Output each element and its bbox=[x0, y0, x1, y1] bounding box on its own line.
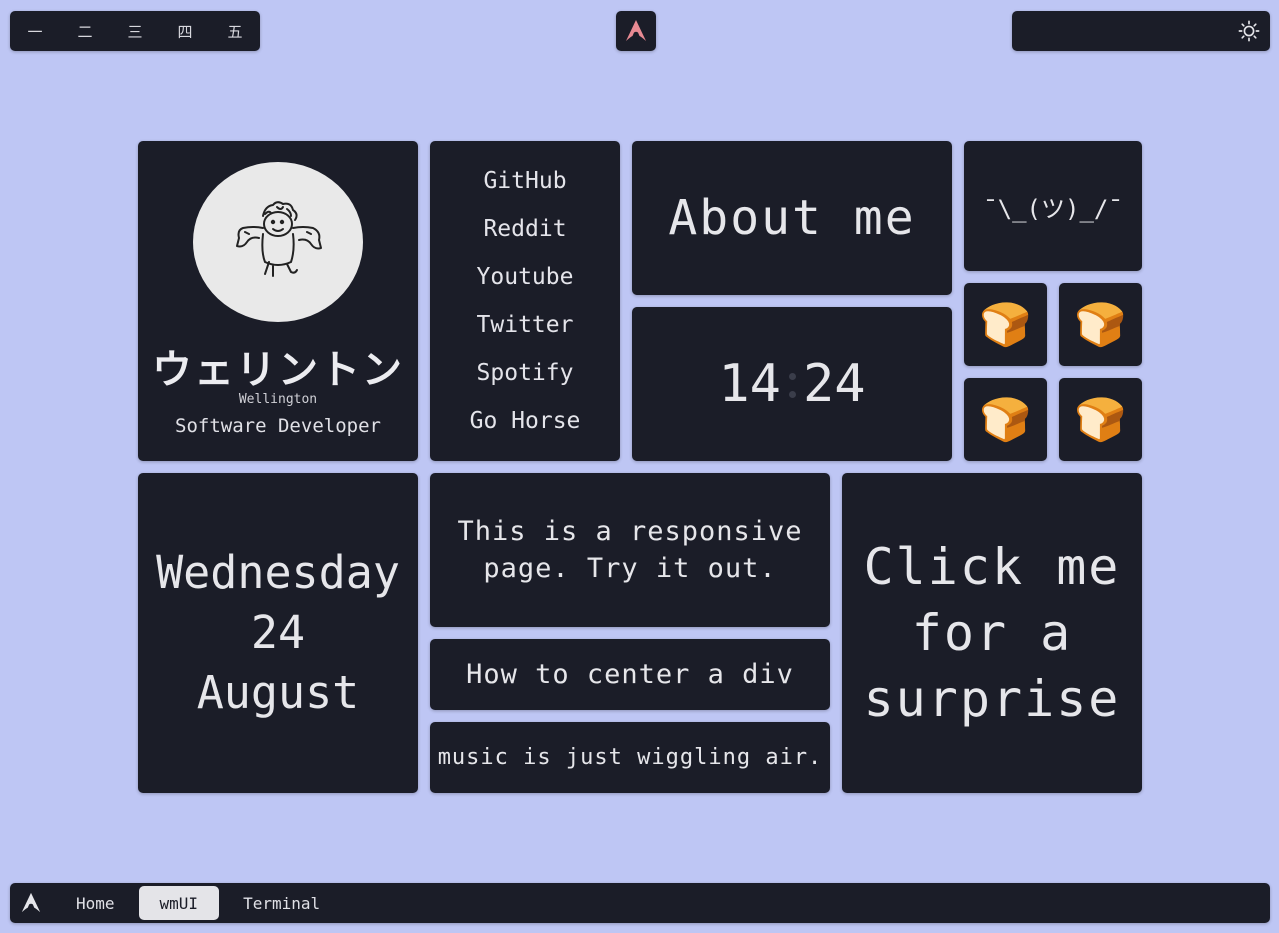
about-me-label: About me bbox=[668, 190, 916, 246]
profile-role: Software Developer bbox=[175, 415, 381, 437]
clock-card: 14 24 bbox=[632, 307, 952, 461]
music-quote-card: music is just wiggling air. bbox=[430, 722, 830, 793]
sun-icon[interactable] bbox=[1238, 20, 1260, 42]
workspace-2[interactable]: 二 bbox=[60, 21, 110, 42]
date-month: August bbox=[196, 666, 360, 719]
responsive-note-card: This is a responsive page. Try it out. bbox=[430, 473, 830, 627]
date-card: Wednesday 24 August bbox=[138, 473, 418, 793]
link-youtube[interactable]: Youtube bbox=[430, 261, 620, 309]
responsive-note-text: This is a responsive page. Try it out. bbox=[457, 516, 803, 584]
music-quote-text: music is just wiggling air. bbox=[437, 745, 823, 770]
about-me-card[interactable]: About me bbox=[632, 141, 952, 295]
bread-icon: 🍞 bbox=[979, 394, 1032, 444]
workspace-5[interactable]: 五 bbox=[210, 21, 260, 42]
surprise-text: Click me for a surprise bbox=[863, 538, 1121, 728]
center-div-text: How to center a div bbox=[466, 659, 794, 690]
bread-icon: 🍞 bbox=[979, 299, 1032, 349]
tab-home[interactable]: Home bbox=[55, 886, 136, 920]
link-github[interactable]: GitHub bbox=[430, 165, 620, 213]
workspace-1[interactable]: 一 bbox=[10, 21, 60, 42]
link-twitter[interactable]: Twitter bbox=[430, 309, 620, 357]
workspace-3[interactable]: 三 bbox=[110, 21, 160, 42]
tab-home-label: Home bbox=[76, 893, 115, 913]
links-list: GitHub Reddit Youtube Twitter Spotify Go… bbox=[430, 141, 620, 453]
avatar bbox=[193, 162, 363, 322]
link-reddit[interactable]: Reddit bbox=[430, 213, 620, 261]
taskbar: Home wmUI Terminal bbox=[10, 883, 1270, 923]
shrug-text: ¯\_(ツ)_/¯ bbox=[983, 194, 1123, 223]
tab-terminal-label: Terminal bbox=[243, 893, 321, 913]
avatar-drawing bbox=[236, 201, 322, 277]
link-go-horse[interactable]: Go Horse bbox=[430, 405, 620, 453]
profile-name-english: Wellington bbox=[238, 392, 318, 407]
workspace-switcher: 一 二 三 四 五 bbox=[10, 11, 260, 51]
profile-card: ウェリントン Wellington Software Developer bbox=[138, 141, 418, 461]
surprise-button[interactable]: Click me for a surprise bbox=[842, 473, 1142, 793]
bread-tile-2[interactable]: 🍞 bbox=[1059, 283, 1142, 366]
bread-tile-3[interactable]: 🍞 bbox=[964, 378, 1047, 461]
bread-icon: 🍞 bbox=[1074, 299, 1127, 349]
profile-name-japanese: ウェリントン bbox=[152, 347, 404, 393]
clock-minutes: 24 bbox=[803, 354, 866, 414]
tab-wmui[interactable]: wmUI bbox=[138, 886, 220, 920]
arch-linux-icon bbox=[626, 20, 646, 41]
link-spotify[interactable]: Spotify bbox=[430, 357, 620, 405]
top-logo-button[interactable] bbox=[616, 11, 656, 51]
status-bar bbox=[1012, 11, 1270, 51]
date-weekday: Wednesday bbox=[156, 546, 400, 599]
shrug-card: ¯\_(ツ)_/¯ bbox=[964, 141, 1142, 271]
clock-separator bbox=[787, 361, 797, 407]
date-day: 24 bbox=[250, 606, 306, 659]
clock-hours: 14 bbox=[718, 354, 781, 414]
tab-terminal[interactable]: Terminal bbox=[222, 886, 341, 920]
workspace-4[interactable]: 四 bbox=[160, 21, 210, 42]
bread-tile-1[interactable]: 🍞 bbox=[964, 283, 1047, 366]
bread-tile-4[interactable]: 🍞 bbox=[1059, 378, 1142, 461]
tab-wmui-label: wmUI bbox=[159, 893, 199, 913]
start-button[interactable] bbox=[10, 883, 52, 923]
bread-icon: 🍞 bbox=[1074, 394, 1127, 444]
arch-linux-icon bbox=[21, 892, 41, 913]
center-div-card[interactable]: How to center a div bbox=[430, 639, 830, 710]
links-card: GitHub Reddit Youtube Twitter Spotify Go… bbox=[430, 141, 620, 461]
